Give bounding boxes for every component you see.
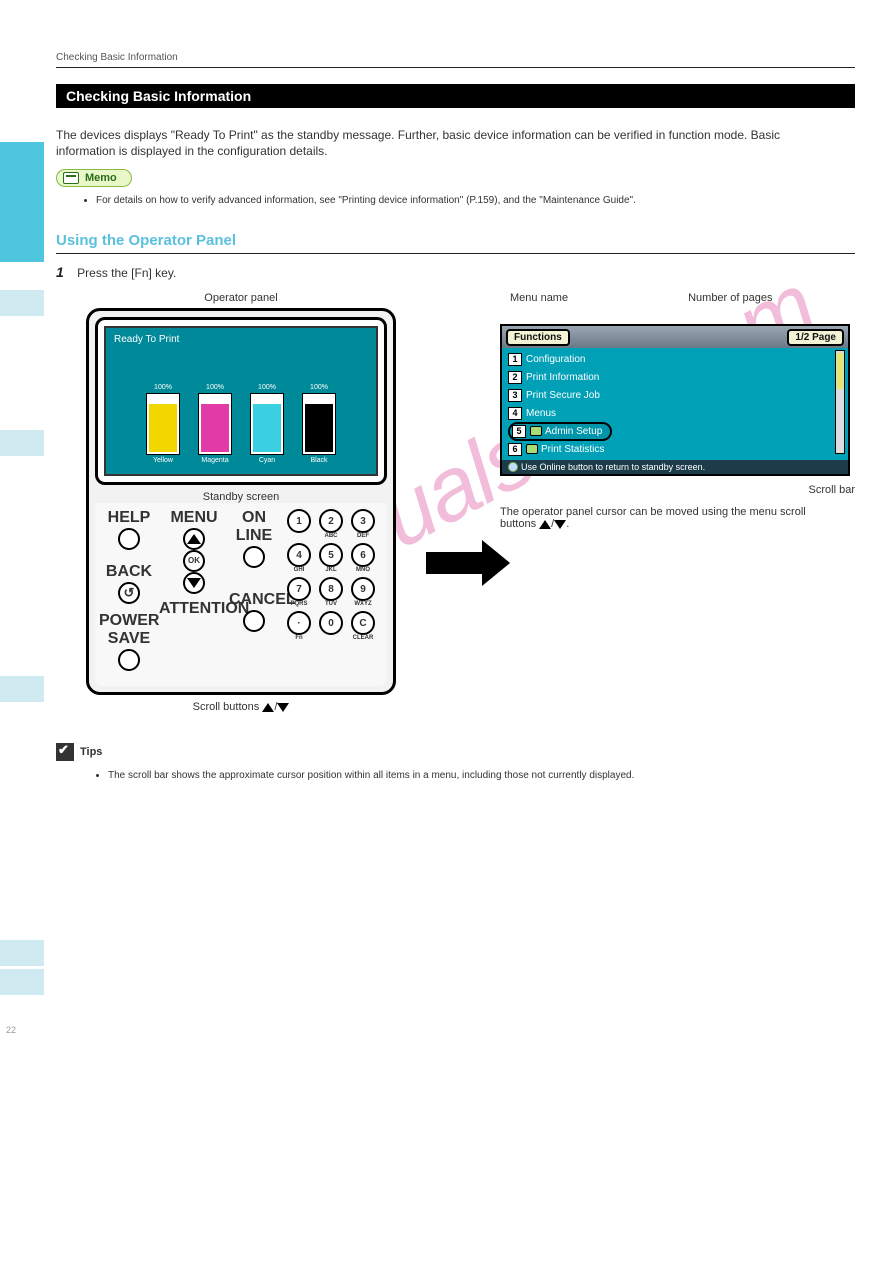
key-fn[interactable]: · [287, 611, 311, 635]
divider [56, 67, 855, 68]
fn-caption: The operator panel cursor can be moved u… [500, 506, 840, 530]
spine-highlight [0, 142, 44, 262]
fn-scrollbar-thumb[interactable] [837, 353, 843, 389]
toner-bar: 100% Cyan [250, 384, 284, 464]
key-8[interactable]: 8 [319, 577, 343, 601]
tips-label: Tips [80, 746, 102, 758]
fn-body: 1Configuration 2Print Information 3Print… [502, 348, 848, 460]
online-label: ON LINE [229, 509, 279, 545]
help-label: HELP [99, 509, 159, 527]
menu-item[interactable]: 1Configuration [508, 350, 848, 368]
keypad: HELP BACK ↺ POWER SAVE MENU OK [95, 503, 387, 686]
menu-item[interactable]: 3Print Secure Job [508, 386, 848, 404]
screen-status: Ready To Print [114, 334, 179, 345]
scroll-caption: Scroll buttons / [56, 701, 426, 713]
step-text: Press the [Fn] key. [77, 266, 176, 280]
cancel-button[interactable] [243, 610, 265, 632]
fn-footer: Use Online button to return to standby s… [502, 460, 848, 474]
fn-page-chip: 1/2 Page [787, 329, 844, 346]
screen-bezel: Ready To Print 100% Yellow 100% Magenta [95, 317, 387, 485]
up-icon [539, 520, 551, 529]
down-icon [554, 520, 566, 529]
attention-label: ATTENTION [159, 600, 229, 618]
key-6[interactable]: 6 [351, 543, 375, 567]
toner-bar: 100% Magenta [198, 384, 232, 464]
key-7[interactable]: 7 [287, 577, 311, 601]
help-button[interactable] [118, 528, 140, 550]
toner-bar: 100% Black [302, 384, 336, 464]
spine-tab [0, 430, 44, 456]
back-button[interactable]: ↺ [118, 582, 140, 604]
spine-tab [0, 940, 44, 966]
toner-bars: 100% Yellow 100% Magenta 100% [124, 384, 358, 464]
toner-bar: 100% Yellow [146, 384, 180, 464]
key-9[interactable]: 9 [351, 577, 375, 601]
down-icon [277, 703, 289, 712]
lcd-screen: Ready To Print 100% Yellow 100% Magenta [104, 326, 378, 476]
subsection-title: Using the Operator Panel [56, 232, 855, 249]
powersave-label: POWER SAVE [99, 612, 159, 648]
powersave-button[interactable] [118, 649, 140, 671]
lock-icon [526, 444, 538, 454]
divider [56, 253, 855, 254]
section-title: Checking Basic Information [56, 84, 855, 108]
key-clear[interactable]: C [351, 611, 375, 635]
panel-caption: Operator panel [56, 292, 426, 304]
fn-titlebar: Functions 1/2 Page [502, 326, 848, 348]
menu-label: MENU [159, 509, 229, 527]
fn-title-chip: Functions [506, 329, 570, 346]
left-spine: 22 [0, 0, 44, 1263]
annot-menu: Menu name [510, 292, 568, 304]
functions-screen: Functions 1/2 Page 1Configuration 2Print… [500, 324, 850, 476]
memo-icon [63, 172, 79, 184]
check-icon [56, 743, 74, 761]
annot-pages: Number of pages [688, 292, 772, 304]
menu-item[interactable]: 4Menus [508, 404, 848, 422]
menu-item-selected[interactable]: 5Admin Setup [508, 422, 848, 440]
spine-tab [0, 676, 44, 702]
ok-button[interactable]: OK [183, 550, 205, 572]
key-1[interactable]: 1 [287, 509, 311, 533]
tips-list: The scroll bar shows the approximate cur… [68, 770, 855, 781]
running-header: Checking Basic Information [56, 52, 855, 63]
key-5[interactable]: 5 [319, 543, 343, 567]
page-number: 22 [6, 1025, 16, 1035]
spine-tab [0, 969, 44, 995]
cancel-label: CANCEL [229, 591, 279, 609]
lock-icon [530, 426, 542, 436]
memo-label: Memo [85, 172, 117, 184]
intro-paragraph: The devices displays "Ready To Print" as… [56, 128, 816, 159]
scrollbar-annot: Scroll bar [500, 484, 855, 496]
key-3[interactable]: 3 [351, 509, 375, 533]
nav-up-button[interactable] [183, 528, 205, 550]
numeric-keypad: 1 2ABC 3DEF 4GHI 5JKL 6MNO 7PQRS 8TUV 9W… [279, 509, 375, 641]
step-number: 1 [56, 264, 64, 280]
back-label: BACK [99, 563, 159, 581]
key-2[interactable]: 2 [319, 509, 343, 533]
online-button[interactable] [243, 546, 265, 568]
fn-scrollbar[interactable] [835, 350, 845, 454]
step-1: 1 Press the [Fn] key. [56, 264, 855, 280]
spine-tab [0, 290, 44, 316]
menu-item[interactable]: 6Print Statistics [508, 440, 848, 458]
memo-badge: Memo [56, 169, 132, 187]
key-4[interactable]: 4 [287, 543, 311, 567]
key-0[interactable]: 0 [319, 611, 343, 635]
operator-panel-illustration: Ready To Print 100% Yellow 100% Magenta [86, 308, 396, 695]
annotation-labels: Menu name Number of pages [510, 292, 855, 304]
tips-badge: Tips [56, 743, 102, 761]
menu-item[interactable]: 2Print Information [508, 368, 848, 386]
up-icon [262, 703, 274, 712]
right-arrow-icon [426, 552, 486, 574]
memo-list: For details on how to verify advanced in… [56, 195, 855, 206]
standby-caption: Standby screen [95, 491, 387, 503]
online-icon [508, 462, 518, 472]
memo-item: For details on how to verify advanced in… [96, 195, 855, 206]
tips-item: The scroll bar shows the approximate cur… [108, 770, 855, 781]
nav-down-button[interactable] [183, 572, 205, 594]
